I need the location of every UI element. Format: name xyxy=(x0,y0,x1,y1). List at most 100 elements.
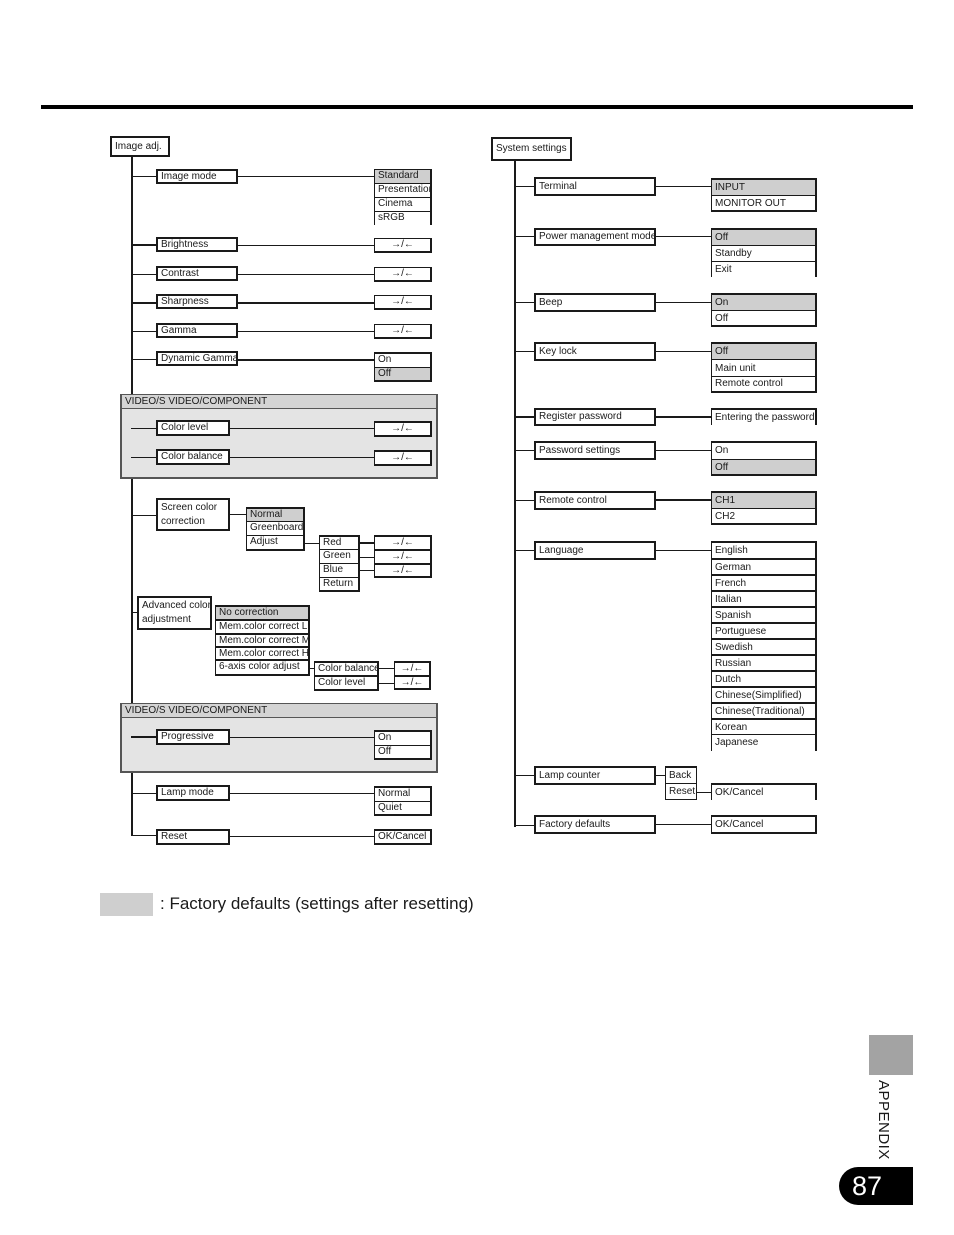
label-line: correction xyxy=(161,516,205,527)
option-exit: Exit xyxy=(711,261,817,277)
option-portuguese: Portuguese xyxy=(711,622,817,638)
image-adj-root: Image adj. xyxy=(110,136,170,157)
option-french: French xyxy=(711,574,817,590)
connector xyxy=(238,176,374,177)
connector xyxy=(230,457,374,458)
connector xyxy=(131,835,156,836)
connector xyxy=(514,236,534,237)
menu-item-power-management: Power management mode xyxy=(534,228,656,246)
adjust-arrows: →/← xyxy=(374,421,432,437)
menu-item-advanced-color-adjustment: Advanced color adjustment xyxy=(137,596,212,630)
adjust-arrows: →/← xyxy=(374,295,432,310)
option-russian: Russian xyxy=(711,654,817,670)
menu-item-progressive: Progressive xyxy=(156,729,230,745)
option-english: English xyxy=(711,541,817,558)
connector xyxy=(131,457,156,458)
connector xyxy=(131,244,156,246)
option-entering-password: Entering the password xyxy=(711,408,817,425)
connector xyxy=(230,836,374,837)
adjust-arrows: →/← xyxy=(374,563,432,578)
adjust-arrows: →/← xyxy=(374,238,432,253)
option-standard: Standard xyxy=(374,169,432,183)
connector xyxy=(656,550,711,551)
option-italian: Italian xyxy=(711,590,817,606)
menu-item-terminal: Terminal xyxy=(534,177,656,196)
connector xyxy=(656,824,711,825)
connector xyxy=(514,351,534,352)
label-line: Advanced color xyxy=(142,600,211,611)
connector xyxy=(514,825,534,826)
connector xyxy=(656,302,711,303)
option-reset: Reset xyxy=(665,783,697,800)
menu-item-reset: Reset xyxy=(156,829,230,845)
connector xyxy=(514,186,534,187)
adjust-arrows: →/← xyxy=(374,535,432,549)
option-on: On xyxy=(711,293,817,310)
group-title: VIDEO/S VIDEO/COMPONENT xyxy=(122,704,436,718)
option-main-unit: Main unit xyxy=(711,359,817,376)
connector xyxy=(697,792,711,793)
option-greenboard: Greenboard xyxy=(246,521,305,535)
option-off: Off xyxy=(374,745,432,760)
menu-item-screen-color-correction: Screen color correction xyxy=(156,498,230,531)
option-presentation: Presentation xyxy=(374,183,432,197)
menu-item-register-password: Register password xyxy=(534,408,656,426)
connector xyxy=(131,736,156,738)
option-mem-color-m: Mem.color correct M xyxy=(215,633,310,646)
adjust-arrows: →/← xyxy=(394,675,431,690)
group-title: VIDEO/S VIDEO/COMPONENT xyxy=(122,395,436,409)
menu-item-password-settings: Password settings xyxy=(534,441,656,460)
menu-item-factory-defaults: Factory defaults xyxy=(534,815,656,834)
connector xyxy=(230,793,374,794)
option-off: Off xyxy=(374,367,432,382)
option-return: Return xyxy=(319,577,360,592)
section-label: APPENDIX xyxy=(875,1080,892,1160)
adjust-arrows: →/← xyxy=(374,267,432,282)
menu-item-gamma: Gamma xyxy=(156,323,238,338)
connector xyxy=(230,514,246,515)
connector xyxy=(238,245,374,246)
menu-item-brightness: Brightness xyxy=(156,237,238,252)
connector xyxy=(238,331,374,332)
option-standby: Standby xyxy=(711,245,817,261)
option-no-correction: No correction xyxy=(215,605,310,619)
connector xyxy=(514,500,534,501)
adjust-arrows: →/← xyxy=(374,324,432,339)
option-ok-cancel: OK/Cancel xyxy=(374,829,432,845)
option-on: On xyxy=(711,441,817,459)
menu-item-lamp-counter: Lamp counter xyxy=(534,766,656,785)
menu-item-sharpness: Sharpness xyxy=(156,294,238,309)
connector xyxy=(230,428,374,429)
connector xyxy=(656,775,665,776)
option-blue: Blue xyxy=(319,563,360,577)
system-settings-root: System settings xyxy=(491,137,572,161)
option-normal: Normal xyxy=(246,507,305,521)
menu-item-lamp-mode: Lamp mode xyxy=(156,785,230,801)
connector xyxy=(514,416,534,418)
connector xyxy=(514,302,534,303)
connector xyxy=(360,557,374,558)
connector xyxy=(514,775,534,776)
option-back: Back xyxy=(665,766,697,783)
option-off: Off xyxy=(711,342,817,359)
connector xyxy=(238,274,374,275)
connector xyxy=(656,416,711,418)
option-ok-cancel: OK/Cancel xyxy=(711,783,817,800)
option-on: On xyxy=(374,352,432,367)
connector xyxy=(656,236,711,237)
page-number: 87 xyxy=(839,1167,913,1205)
option-off: Off xyxy=(711,459,817,476)
connector xyxy=(379,668,394,669)
option-quiet: Quiet xyxy=(374,801,432,816)
menu-item-contrast: Contrast xyxy=(156,266,238,281)
option-ch2: CH2 xyxy=(711,508,817,525)
connector xyxy=(379,683,394,684)
section-tab-marker xyxy=(869,1035,913,1075)
connector xyxy=(656,186,711,187)
option-swedish: Swedish xyxy=(711,638,817,654)
label-line: adjustment xyxy=(142,614,191,625)
menu-item-color-balance: Color balance xyxy=(156,449,230,465)
connector xyxy=(656,351,711,352)
option-korean: Korean xyxy=(711,718,817,734)
adjust-arrows: →/← xyxy=(374,549,432,563)
